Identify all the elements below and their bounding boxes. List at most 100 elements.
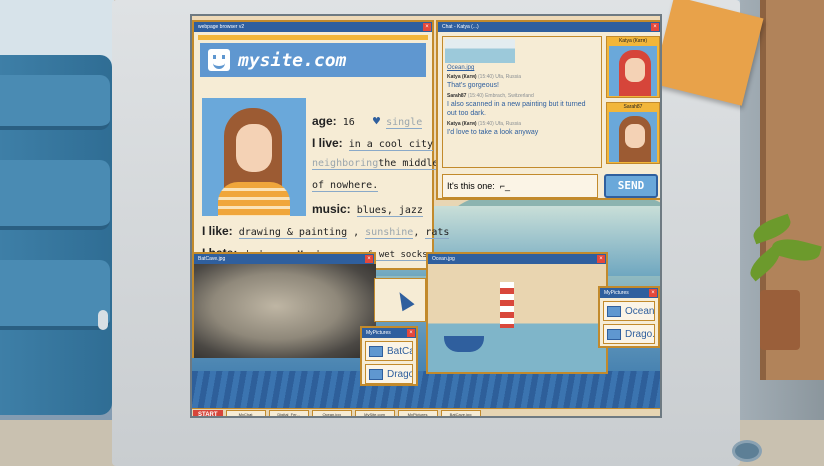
image-file-icon [369,345,383,357]
live-label: I live: [312,136,343,150]
chat-messages[interactable]: Ocean.jpg Katya (Катя) (15:40) Ufa, Russ… [442,36,602,168]
like-crossed: sunshine [365,227,414,239]
lighthouse [500,282,514,328]
close-icon[interactable]: × [651,23,659,31]
close-icon[interactable]: × [365,255,373,263]
avatar-katya: Katya (Катя) [606,36,660,98]
compose-text: It's this one: [447,181,495,191]
wallpaper-grass [192,371,660,411]
mouse-cursor-icon [393,288,415,312]
taskbar-item[interactable]: MyChat [225,410,266,416]
ocean-title: Ocean.jpg [432,256,455,262]
like-label: I like: [202,224,233,238]
age-value: 16 [342,117,355,128]
room-background: webpage browser v2 × mysite.com age: 16 … [0,0,824,466]
live-value-2: the middle [378,158,439,170]
ocean-image [428,264,606,372]
chat-title: Chat - Katya (...) [442,24,479,30]
plant [742,200,824,290]
like-row: I like: drawing & painting , sunshine, r… [202,224,450,239]
live-row: I live: in a cool city [312,136,434,151]
image-file-icon [607,305,621,317]
chat-titlebar[interactable]: Chat - Katya (...) × [438,22,660,32]
taskbar-item[interactable]: Digital_Fer... [268,410,309,416]
live-value-3: of nowhere. [312,180,379,192]
profile-portrait [202,98,306,216]
file-item[interactable]: BatCa... [365,341,413,361]
batcave-title: BatCave.jpg [198,256,226,262]
boat [444,336,484,352]
send-button[interactable]: SEND [604,174,658,198]
shared-photo-thumbnail[interactable] [445,39,515,63]
image-file-icon [369,368,383,380]
portrait-shirt [218,182,290,216]
taskbar-item[interactable]: MySite.com [354,410,395,416]
age-row: age: 16 ♥ single [312,114,423,129]
site-name: mysite.com [238,49,347,71]
close-icon[interactable]: × [407,329,415,337]
file-item[interactable]: Drago... [365,364,413,384]
live-row-2: neighboringthe middle [312,158,439,170]
pictures-titlebar[interactable]: MyPictures × [600,288,658,298]
avatar-name: Katya (Катя) [618,38,648,44]
batcave-window[interactable]: BatCave.jpg × [192,252,376,358]
filing-cabinet [0,55,112,415]
close-icon[interactable]: × [649,289,657,297]
taskbar-item[interactable]: MyPictures [397,410,438,416]
close-icon[interactable]: × [423,23,431,31]
age-label: age: [312,114,337,128]
monitor-power-button[interactable] [732,440,762,462]
avatar-picture [609,46,657,96]
cabinet-knob [98,310,108,330]
avatar-face [625,58,645,82]
address-bar[interactable] [198,35,428,40]
ocean-window[interactable]: Ocean.jpg × [426,252,608,374]
music-row: music: blues, jazz [312,202,423,217]
browser-titlebar[interactable]: webpage browser v2 × [194,22,432,32]
pictures-title: MyPictures [604,290,629,296]
plant-pot [760,290,800,350]
pictures-window-right[interactable]: MyPictures × Ocean... Drago... [598,286,660,348]
music-value: blues, jazz [356,205,423,217]
chat-window[interactable]: Chat - Katya (...) × Ocean.jpg Katya (Ка… [436,20,660,200]
music-label: music: [312,202,351,216]
like-value: drawing & painting [238,227,348,239]
taskbar-item[interactable]: Ocean.jpg [311,410,352,416]
live-value: in a cool city [348,139,434,151]
shared-photo-link[interactable]: Ocean.jpg [443,65,601,71]
taskbar-item[interactable]: BatCave.jpg [440,410,481,416]
cursor-overlay [374,278,426,322]
batcave-titlebar[interactable]: BatCave.jpg × [194,254,374,264]
browser-title: webpage browser v2 [198,24,245,30]
text-cursor-icon: ⌐_ [497,181,511,191]
portrait-face [236,124,272,172]
desktop-screen: webpage browser v2 × mysite.com age: 16 … [190,14,662,418]
file-item[interactable]: Ocean... [603,301,655,321]
pictures-titlebar[interactable]: MyPictures × [362,328,416,338]
site-banner: mysite.com [200,43,426,77]
cabinet-drawer [0,260,110,330]
live-crossed: neighboring [312,158,379,170]
message-text: That's gorgeous! [447,82,499,89]
close-icon[interactable]: × [597,255,605,263]
smiley-logo-icon [208,49,230,71]
pictures-title: MyPictures [366,330,391,336]
browser-window[interactable]: webpage browser v2 × mysite.com age: 16 … [192,20,450,270]
batcave-image [194,264,376,358]
avatar-face [625,124,645,148]
cabinet-drawer [0,75,110,130]
heart-icon: ♥ [372,114,381,128]
file-item[interactable]: Drago... [603,324,655,344]
ocean-titlebar[interactable]: Ocean.jpg × [428,254,606,264]
relationship-value: single [386,117,423,129]
taskbar: START MyChat Digital_Fer... Ocean.jpg My… [192,408,660,416]
avatar-sarah: Sarah87 [606,102,660,164]
message-input[interactable]: It's this one: ⌐_ [442,174,598,198]
avatar-picture [609,112,657,162]
avatar-name: Sarah87 [623,104,643,110]
pictures-window-left[interactable]: MyPictures × BatCa... Drago... [360,326,418,386]
cabinet-drawer [0,160,110,230]
start-button[interactable]: START [193,409,223,416]
image-file-icon [607,328,621,340]
message-text: I also scanned in a new painting but it … [447,101,586,117]
